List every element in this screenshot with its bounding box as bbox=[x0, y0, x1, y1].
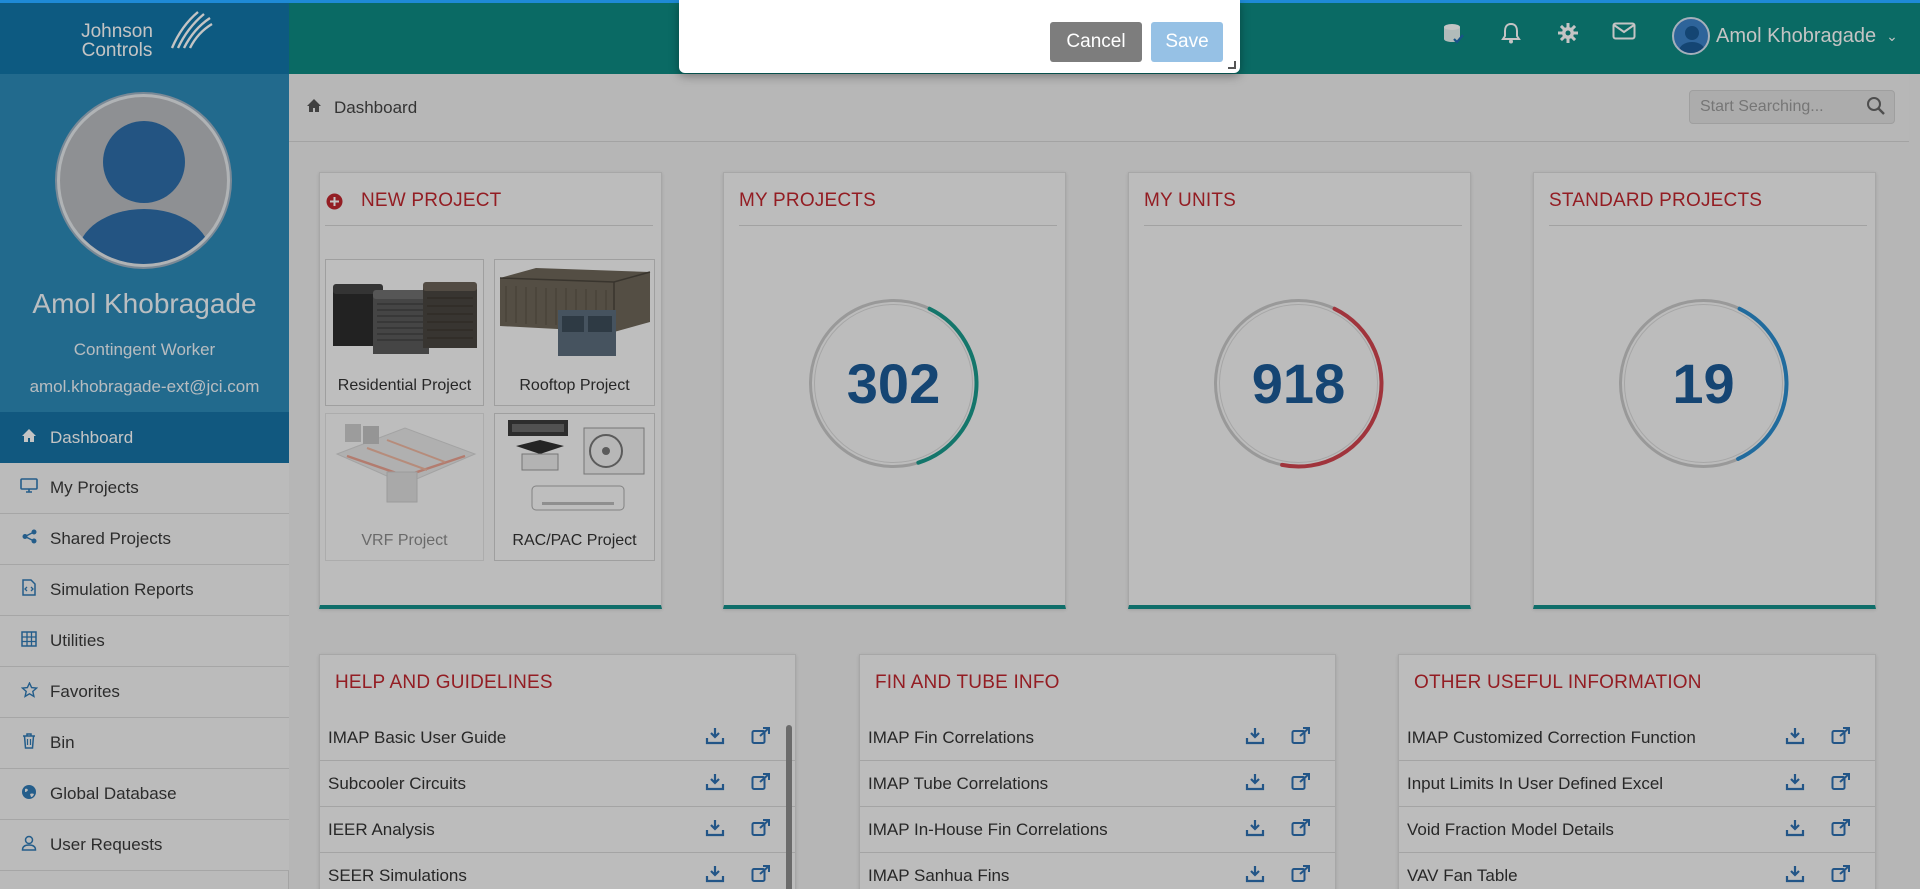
cancel-button[interactable]: Cancel bbox=[1050, 22, 1142, 62]
modal-backdrop[interactable] bbox=[0, 0, 1920, 889]
modal-dialog: Cancel Save bbox=[679, 0, 1240, 73]
save-button[interactable]: Save bbox=[1151, 22, 1223, 62]
resize-handle[interactable] bbox=[1228, 61, 1236, 69]
